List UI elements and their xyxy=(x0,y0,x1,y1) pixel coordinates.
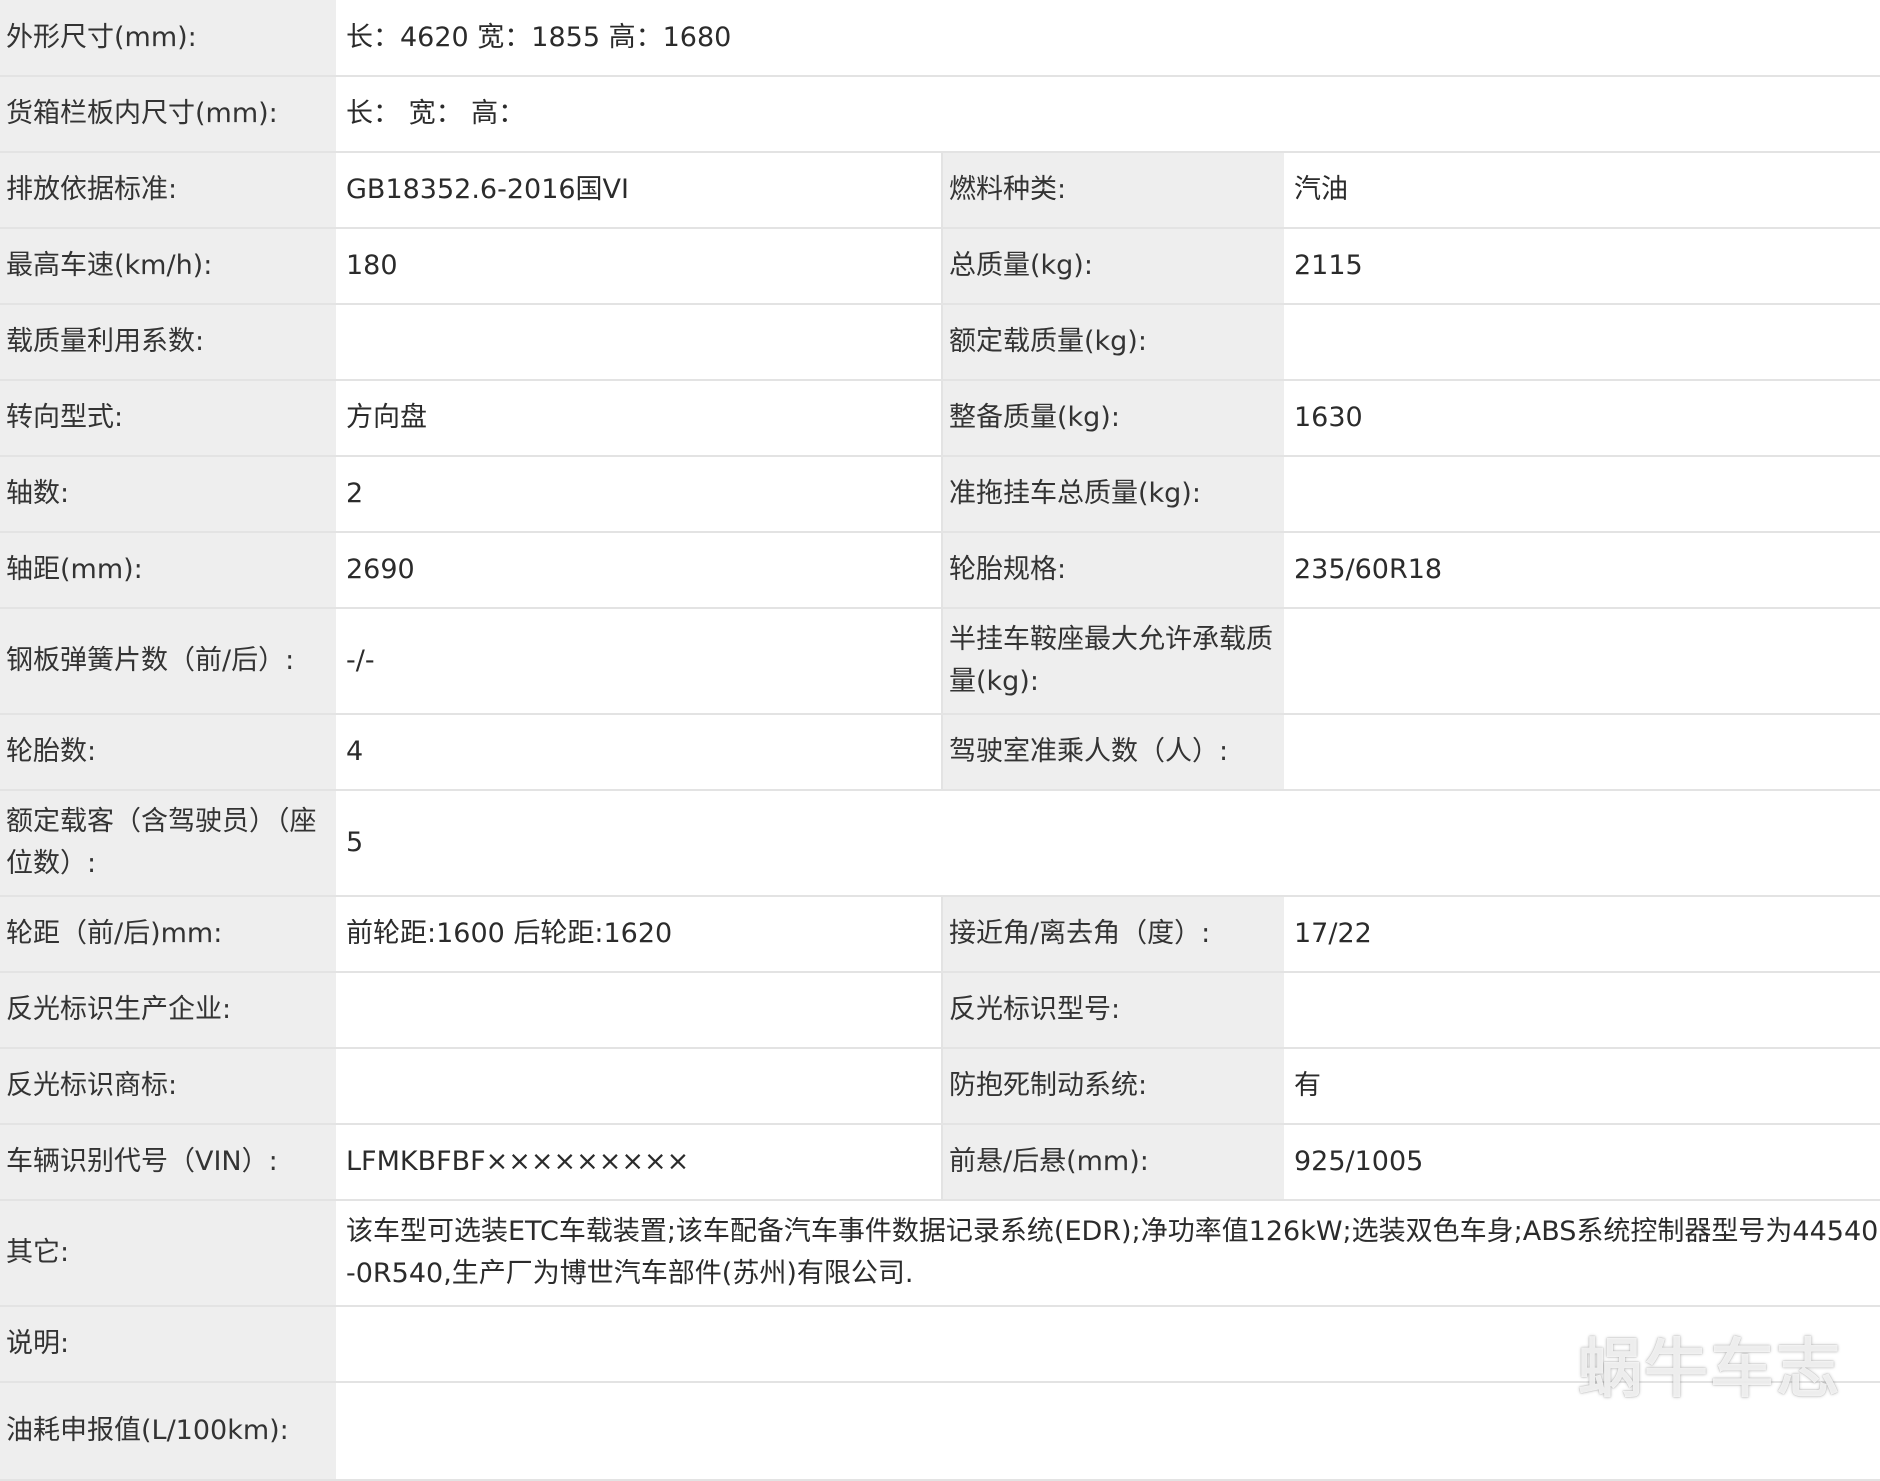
value-reflector-maker xyxy=(336,972,942,1049)
value-gross-mass: 2115 xyxy=(1284,228,1880,305)
row-steering: 转向型式: 方向盘 整备质量(kg): 1630 xyxy=(0,380,1880,457)
value-dimensions: 长：4620 宽：1855 高：1680 xyxy=(336,0,1880,77)
row-tire-count: 轮胎数: 4 驾驶室准乘人数（人）: xyxy=(0,714,1880,791)
label-cargo-box: 货箱栏板内尺寸(mm): xyxy=(0,76,336,153)
row-wheelbase: 轴距(mm): 2690 轮胎规格: 235/60R18 xyxy=(0,532,1880,609)
value-fuel-type: 汽油 xyxy=(1284,152,1880,229)
row-reflector-maker: 反光标识生产企业: 反光标识型号: xyxy=(0,972,1880,1049)
value-tire-count: 4 xyxy=(336,714,942,791)
value-seats: 5 xyxy=(336,790,1880,897)
row-reflector-brand: 反光标识商标: 防抱死制动系统: 有 xyxy=(0,1048,1880,1125)
label-approach-angle: 接近角/离去角（度）: xyxy=(941,896,1284,973)
row-dimensions: 外形尺寸(mm): 长：4620 宽：1855 高：1680 xyxy=(0,0,1880,77)
row-axles: 轴数: 2 准拖挂车总质量(kg): xyxy=(0,456,1880,533)
value-abs: 有 xyxy=(1284,1048,1880,1125)
label-steering: 转向型式: xyxy=(0,380,336,457)
row-vin: 车辆识别代号（VIN）: LFMKBFBF××××××××× 前悬/后悬(mm)… xyxy=(0,1124,1880,1201)
row-track: 轮距（前/后)mm: 前轮距:1600 后轮距:1620 接近角/离去角（度）:… xyxy=(0,896,1880,973)
spec-table: 外形尺寸(mm): 长：4620 宽：1855 高：1680 货箱栏板内尺寸(m… xyxy=(0,0,1880,1481)
value-cargo-box: 长： 宽： 高： xyxy=(336,76,1880,153)
label-rated-load: 额定载质量(kg): xyxy=(941,304,1284,381)
value-steering: 方向盘 xyxy=(336,380,942,457)
label-wheelbase: 轴距(mm): xyxy=(0,532,336,609)
label-max-speed: 最高车速(km/h): xyxy=(0,228,336,305)
label-leaf-springs: 钢板弹簧片数（前/后）: xyxy=(0,608,336,715)
value-axles: 2 xyxy=(336,456,942,533)
row-leaf-springs: 钢板弹簧片数（前/后）: -/- 半挂车鞍座最大允许承载质量(kg): xyxy=(0,608,1880,715)
value-leaf-springs: -/- xyxy=(336,608,942,715)
label-saddle-load: 半挂车鞍座最大允许承载质量(kg): xyxy=(941,608,1284,715)
value-curb-mass: 1630 xyxy=(1284,380,1880,457)
value-rated-load xyxy=(1284,304,1880,381)
value-track: 前轮距:1600 后轮距:1620 xyxy=(336,896,942,973)
value-cab-occupants xyxy=(1284,714,1880,791)
label-trailer-mass: 准拖挂车总质量(kg): xyxy=(941,456,1284,533)
label-abs: 防抱死制动系统: xyxy=(941,1048,1284,1125)
label-other: 其它: xyxy=(0,1200,336,1307)
value-other: 该车型可选装ETC车载装置;该车配备汽车事件数据记录系统(EDR);净功率值12… xyxy=(336,1200,1880,1307)
value-overhang: 925/1005 xyxy=(1284,1124,1880,1201)
label-notes: 说明: xyxy=(0,1306,336,1383)
row-max-speed: 最高车速(km/h): 180 总质量(kg): 2115 xyxy=(0,228,1880,305)
value-reflector-brand xyxy=(336,1048,942,1125)
label-reflector-maker: 反光标识生产企业: xyxy=(0,972,336,1049)
label-curb-mass: 整备质量(kg): xyxy=(941,380,1284,457)
label-seats: 额定载客（含驾驶员）（座位数）: xyxy=(0,790,336,897)
label-track: 轮距（前/后)mm: xyxy=(0,896,336,973)
label-reflector-model: 反光标识型号: xyxy=(941,972,1284,1049)
value-load-factor xyxy=(336,304,942,381)
label-emission: 排放依据标准: xyxy=(0,152,336,229)
value-vin: LFMKBFBF××××××××× xyxy=(336,1124,942,1201)
value-trailer-mass xyxy=(1284,456,1880,533)
value-max-speed: 180 xyxy=(336,228,942,305)
label-overhang: 前悬/后悬(mm): xyxy=(941,1124,1284,1201)
value-tire-spec: 235/60R18 xyxy=(1284,532,1880,609)
row-seats: 额定载客（含驾驶员）（座位数）: 5 xyxy=(0,790,1880,897)
label-reflector-brand: 反光标识商标: xyxy=(0,1048,336,1125)
watermark-logo: 蜗牛车志 xyxy=(1578,1332,1842,1407)
label-cab-occupants: 驾驶室准乘人数（人）: xyxy=(941,714,1284,791)
label-dimensions: 外形尺寸(mm): xyxy=(0,0,336,77)
value-reflector-model xyxy=(1284,972,1880,1049)
row-load-factor: 载质量利用系数: 额定载质量(kg): xyxy=(0,304,1880,381)
label-axles: 轴数: xyxy=(0,456,336,533)
value-approach-angle: 17/22 xyxy=(1284,896,1880,973)
label-load-factor: 载质量利用系数: xyxy=(0,304,336,381)
label-gross-mass: 总质量(kg): xyxy=(941,228,1284,305)
value-emission: GB18352.6-2016国VI xyxy=(336,152,942,229)
row-cargo-box: 货箱栏板内尺寸(mm): 长： 宽： 高： xyxy=(0,76,1880,153)
label-fuel-consumption: 油耗申报值(L/100km): xyxy=(0,1382,336,1481)
label-fuel-type: 燃料种类: xyxy=(941,152,1284,229)
label-vin: 车辆识别代号（VIN）: xyxy=(0,1124,336,1201)
row-emission: 排放依据标准: GB18352.6-2016国VI 燃料种类: 汽油 xyxy=(0,152,1880,229)
row-other: 其它: 该车型可选装ETC车载装置;该车配备汽车事件数据记录系统(EDR);净功… xyxy=(0,1200,1880,1307)
value-saddle-load xyxy=(1284,608,1880,715)
value-wheelbase: 2690 xyxy=(336,532,942,609)
label-tire-spec: 轮胎规格: xyxy=(941,532,1284,609)
label-tire-count: 轮胎数: xyxy=(0,714,336,791)
